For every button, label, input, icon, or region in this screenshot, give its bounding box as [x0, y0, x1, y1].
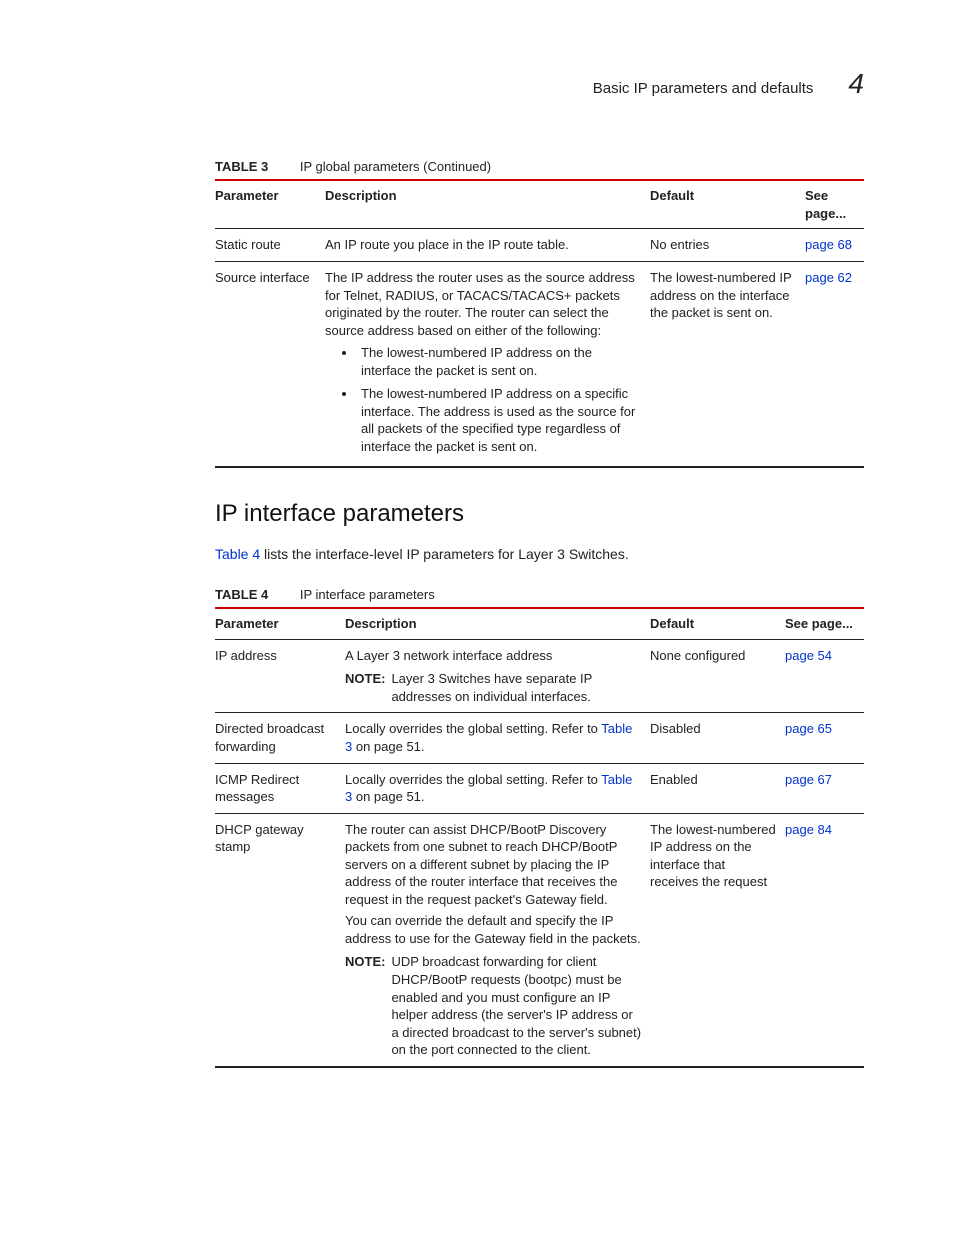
table3-header-parameter: Parameter [215, 180, 325, 229]
page-link[interactable]: page 84 [785, 822, 832, 837]
note-body: Layer 3 Switches have separate IP addres… [391, 670, 642, 705]
bullet-list: The lowest-numbered IP address on the in… [325, 342, 642, 459]
table3-caption-title: IP global parameters (Continued) [300, 159, 491, 174]
page-link[interactable]: page 62 [805, 270, 852, 285]
section-heading: IP interface parameters [215, 498, 864, 530]
table4-header-description: Description [345, 608, 650, 639]
table4-caption-label: TABLE 4 [215, 587, 268, 602]
cell-default: None configured [650, 639, 785, 713]
cell-description: The IP address the router uses as the so… [325, 261, 650, 467]
cell-parameter: IP address [215, 639, 345, 713]
cell-see: page 62 [805, 261, 864, 467]
cell-parameter: ICMP Redirect messages [215, 763, 345, 813]
note: NOTE: UDP broadcast forwarding for clien… [345, 953, 642, 1058]
table3-header-description: Description [325, 180, 650, 229]
cell-description: The router can assist DHCP/BootP Discove… [345, 813, 650, 1067]
cell-default: Enabled [650, 763, 785, 813]
cell-see: page 84 [785, 813, 864, 1067]
table4-caption: TABLE 4 IP interface parameters [215, 586, 864, 604]
desc-post: on page 51. [352, 739, 424, 754]
intro-paragraph: Table 4 lists the interface-level IP par… [215, 545, 864, 564]
cell-parameter: Source interface [215, 261, 325, 467]
desc-paragraph-2: You can override the default and specify… [345, 912, 642, 947]
desc-paragraph-1: The router can assist DHCP/BootP Discove… [345, 821, 642, 909]
table-row: Static route An IP route you place in th… [215, 229, 864, 262]
cell-description: An IP route you place in the IP route ta… [325, 229, 650, 262]
cell-see: page 68 [805, 229, 864, 262]
table-row: IP address A Layer 3 network interface a… [215, 639, 864, 713]
desc-pre: Locally overrides the global setting. Re… [345, 721, 601, 736]
cell-description: Locally overrides the global setting. Re… [345, 713, 650, 763]
cell-see: page 54 [785, 639, 864, 713]
table4-crossref-link[interactable]: Table 4 [215, 546, 260, 562]
desc-post: on page 51. [352, 789, 424, 804]
page-link[interactable]: page 68 [805, 237, 852, 252]
table-row: ICMP Redirect messages Locally overrides… [215, 763, 864, 813]
note-label: NOTE: [345, 953, 385, 1058]
cell-default: The lowest-numbered IP address on the in… [650, 813, 785, 1067]
page-link[interactable]: page 65 [785, 721, 832, 736]
table3: Parameter Description Default See page..… [215, 179, 864, 468]
table4-caption-title: IP interface parameters [300, 587, 435, 602]
cell-parameter: DHCP gateway stamp [215, 813, 345, 1067]
intro-rest: lists the interface-level IP parameters … [260, 546, 629, 562]
cell-description: Locally overrides the global setting. Re… [345, 763, 650, 813]
cell-default: No entries [650, 229, 805, 262]
note-label: NOTE: [345, 670, 385, 705]
table3-caption-label: TABLE 3 [215, 159, 268, 174]
note-body: UDP broadcast forwarding for client DHCP… [391, 953, 642, 1058]
cell-description-intro: The IP address the router uses as the so… [325, 270, 635, 338]
table-row: Directed broadcast forwarding Locally ov… [215, 713, 864, 763]
table3-caption: TABLE 3 IP global parameters (Continued) [215, 158, 864, 176]
cell-description-text: A Layer 3 network interface address [345, 647, 642, 665]
page-content: Basic IP parameters and defaults 4 TABLE… [0, 0, 954, 1128]
table3-header-default: Default [650, 180, 805, 229]
table4-header-parameter: Parameter [215, 608, 345, 639]
table-row: DHCP gateway stamp The router can assist… [215, 813, 864, 1067]
cell-description: A Layer 3 network interface address NOTE… [345, 639, 650, 713]
header-title: Basic IP parameters and defaults [593, 79, 814, 99]
list-item: The lowest-numbered IP address on the in… [357, 342, 642, 383]
page-link[interactable]: page 54 [785, 648, 832, 663]
header-chapter-number: 4 [848, 65, 864, 103]
table4-header-default: Default [650, 608, 785, 639]
cell-see: page 65 [785, 713, 864, 763]
note: NOTE: Layer 3 Switches have separate IP … [345, 670, 642, 705]
table4: Parameter Description Default See page..… [215, 607, 864, 1067]
desc-pre: Locally overrides the global setting. Re… [345, 772, 601, 787]
table3-header-see: See page... [805, 180, 864, 229]
cell-parameter: Static route [215, 229, 325, 262]
cell-parameter: Directed broadcast forwarding [215, 713, 345, 763]
cell-default: The lowest-numbered IP address on the in… [650, 261, 805, 467]
cell-see: page 67 [785, 763, 864, 813]
running-header: Basic IP parameters and defaults 4 [215, 65, 864, 103]
page-link[interactable]: page 67 [785, 772, 832, 787]
list-item: The lowest-numbered IP address on a spec… [357, 383, 642, 459]
cell-default: Disabled [650, 713, 785, 763]
table-row: Source interface The IP address the rout… [215, 261, 864, 467]
table4-header-see: See page... [785, 608, 864, 639]
